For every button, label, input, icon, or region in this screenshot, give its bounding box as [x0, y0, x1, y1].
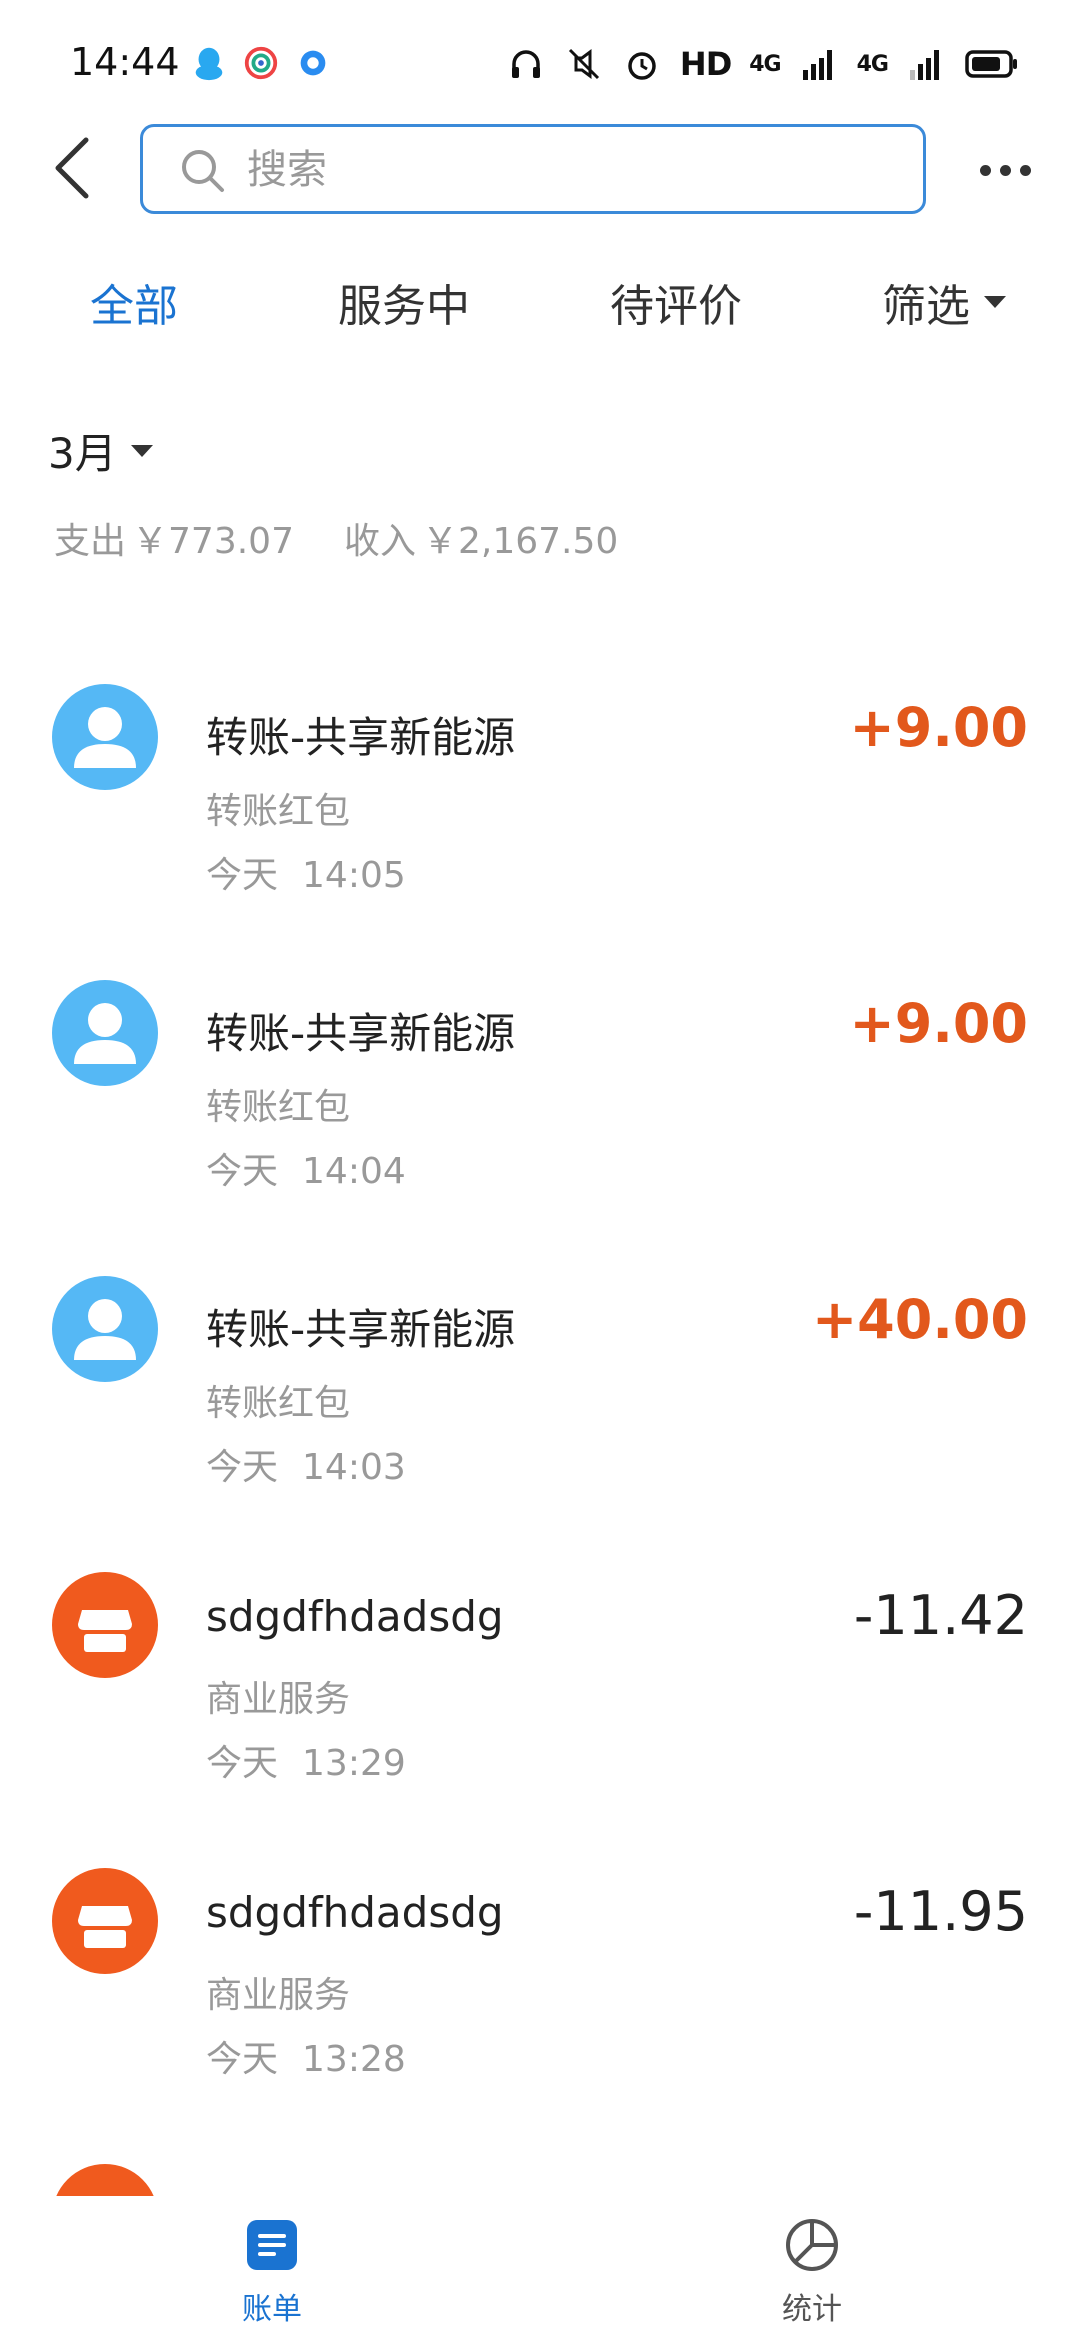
- qq-icon: [195, 47, 223, 81]
- mute-icon: [568, 48, 599, 80]
- item-amount: +9.00: [849, 992, 1028, 1055]
- shop-icon: [52, 2164, 158, 2196]
- tab-all[interactable]: 全部: [90, 270, 178, 334]
- item-category: 商业服务: [206, 1679, 351, 1720]
- list-item[interactable]: sdgdfhdadsdg 商业服务 今天 13:28 -11.95: [0, 1784, 1080, 2080]
- alarm-icon: [628, 52, 656, 80]
- location-dot-icon: [300, 50, 326, 76]
- item-day: 今天: [206, 855, 279, 896]
- item-amount: -11.95: [853, 1880, 1028, 1943]
- month-summary: 支出 ￥773.07 收入 ￥2,167.50: [48, 512, 618, 564]
- income-summary: 收入 ￥2,167.50: [338, 512, 618, 564]
- search-icon: [182, 150, 224, 192]
- item-clock: 14:04: [302, 1151, 406, 1192]
- item-time: 今天 14:05: [206, 846, 406, 898]
- person-icon: [52, 980, 158, 1086]
- app-circle-icon: [244, 46, 278, 80]
- pie-chart-icon: [786, 2219, 838, 2271]
- item-title: 转账-共享新能源: [206, 1305, 516, 1354]
- item-day: 今天: [206, 1743, 279, 1784]
- shop-icon: [52, 1868, 158, 1974]
- month-label: 3月: [48, 429, 117, 478]
- item-clock: 13:28: [302, 2039, 406, 2080]
- tab-filter-label: 筛选: [882, 281, 970, 332]
- item-clock: 14:05: [302, 855, 406, 896]
- signal-icon: [910, 50, 939, 80]
- item-day: 今天: [206, 1151, 279, 1192]
- item-amount: +40.00: [811, 1288, 1028, 1351]
- back-arrow-icon[interactable]: [44, 132, 104, 204]
- income-value: ￥2,167.50: [422, 521, 619, 562]
- item-day: 今天: [206, 2039, 279, 2080]
- bottom-nav: 账单 统计: [0, 2196, 1080, 2340]
- item-title: 转账-共享新能源: [206, 1009, 516, 1058]
- item-clock: 14:03: [302, 1447, 406, 1488]
- transaction-list: 转账-共享新能源 转账红包 今天 14:05 +9.00 转账-共享新能源 转账红…: [0, 600, 1080, 2196]
- list-item[interactable]: sdgdfhdadsdg 商业服务 今天 13:29 -11.42: [0, 1488, 1080, 1784]
- nav-stats-label: 统计: [782, 2292, 842, 2327]
- item-clock: 13:29: [302, 1743, 406, 1784]
- item-category: 商业服务: [206, 1975, 351, 2016]
- item-title: sdgdfhdadsdg: [206, 1888, 504, 1937]
- search-box[interactable]: [140, 124, 926, 214]
- item-time: 今天 14:03: [206, 1438, 406, 1490]
- nav-bill[interactable]: 账单: [202, 2216, 342, 2328]
- shop-icon: [52, 1572, 158, 1678]
- item-category: 转账红包: [206, 1383, 351, 1424]
- expense-summary: 支出 ￥773.07: [48, 512, 294, 564]
- headphones-icon: [511, 50, 540, 78]
- more-dot: [1020, 164, 1031, 176]
- item-time: 今天 13:29: [206, 1734, 406, 1786]
- person-icon: [52, 1276, 158, 1382]
- more-dot: [980, 164, 991, 176]
- item-amount: +9.00: [849, 696, 1028, 759]
- item-category: 转账红包: [206, 1087, 351, 1128]
- item-category: 转账红包: [206, 791, 351, 832]
- more-options-icon[interactable]: [980, 150, 1040, 190]
- expense-label: 支出: [54, 521, 127, 562]
- status-time: 14:44: [70, 40, 180, 84]
- network-4g-1: 4G: [749, 51, 781, 77]
- list-item[interactable]: 转账-共享新能源 转账红包 今天 14:03 +40.00: [0, 1192, 1080, 1488]
- status-bar: 14:44 HD 4G 4G: [0, 0, 1080, 120]
- caret-down-icon: [130, 444, 153, 457]
- status-left-icons: [190, 44, 332, 82]
- month-selector[interactable]: 3月: [48, 420, 153, 481]
- nav-stats[interactable]: 统计: [742, 2216, 882, 2328]
- item-day: 今天: [206, 1447, 279, 1488]
- item-time: 今天 14:04: [206, 1142, 406, 1194]
- battery-icon: [965, 50, 1017, 78]
- more-dot: [1000, 164, 1011, 176]
- list-item-partial[interactable]: [0, 2080, 1080, 2196]
- item-title: 转账-共享新能源: [206, 713, 516, 762]
- hd-indicator: HD: [679, 45, 732, 83]
- tab-filter[interactable]: 筛选: [882, 270, 1006, 334]
- bill-icon: [247, 2220, 297, 2270]
- person-icon: [52, 684, 158, 790]
- list-item[interactable]: 转账-共享新能源 转账红包 今天 14:04 +9.00: [0, 896, 1080, 1192]
- nav-bill-label: 账单: [242, 2292, 302, 2327]
- search-input[interactable]: [247, 141, 887, 199]
- tab-pending-review[interactable]: 待评价: [610, 270, 742, 334]
- caret-down-icon: [984, 296, 1006, 308]
- tab-in-service[interactable]: 服务中: [338, 270, 470, 334]
- filter-tabs: 全部 服务中 待评价 筛选: [0, 270, 1080, 350]
- status-right-icons: HD 4G 4G: [506, 44, 1020, 84]
- income-label: 收入: [343, 521, 416, 562]
- item-amount: -11.42: [853, 1584, 1028, 1647]
- item-title: sdgdfhdadsdg: [206, 1592, 504, 1641]
- list-item[interactable]: 转账-共享新能源 转账红包 今天 14:05 +9.00: [0, 600, 1080, 896]
- signal-icon: [802, 50, 832, 80]
- item-time: 今天 13:28: [206, 2030, 406, 2082]
- expense-value: ￥773.07: [132, 521, 294, 562]
- network-4g-2: 4G: [856, 51, 889, 77]
